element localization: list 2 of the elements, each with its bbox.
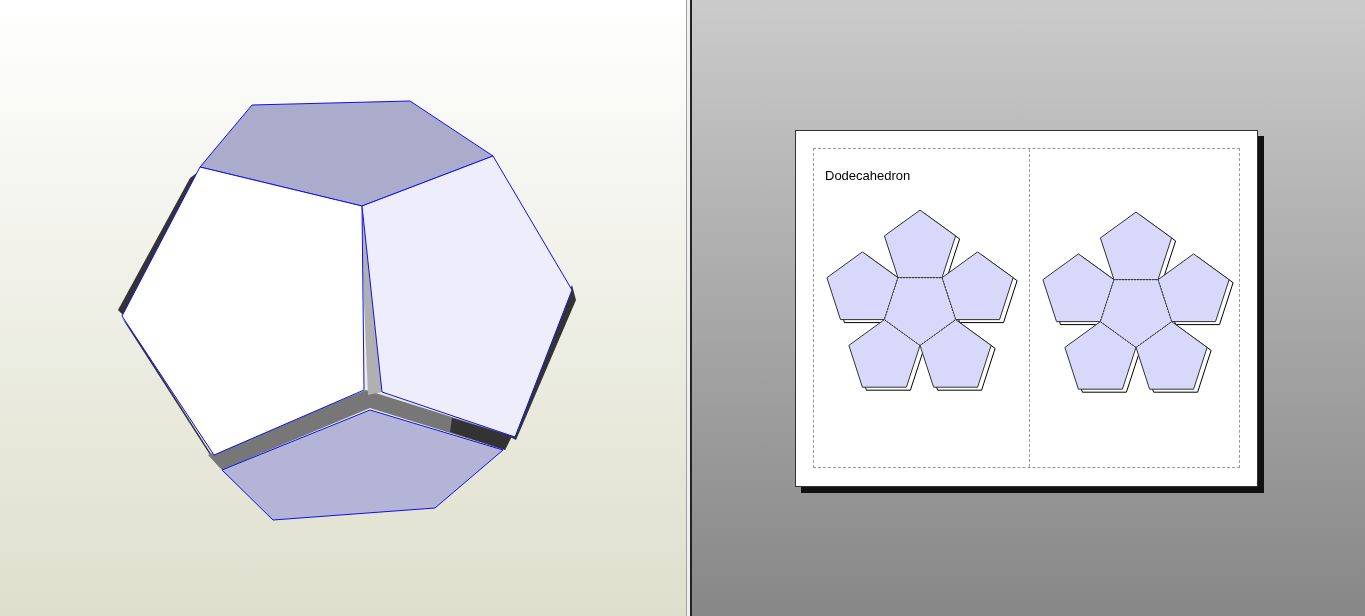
model-title: Dodecahedron xyxy=(825,167,911,185)
splitter[interactable] xyxy=(686,0,692,616)
